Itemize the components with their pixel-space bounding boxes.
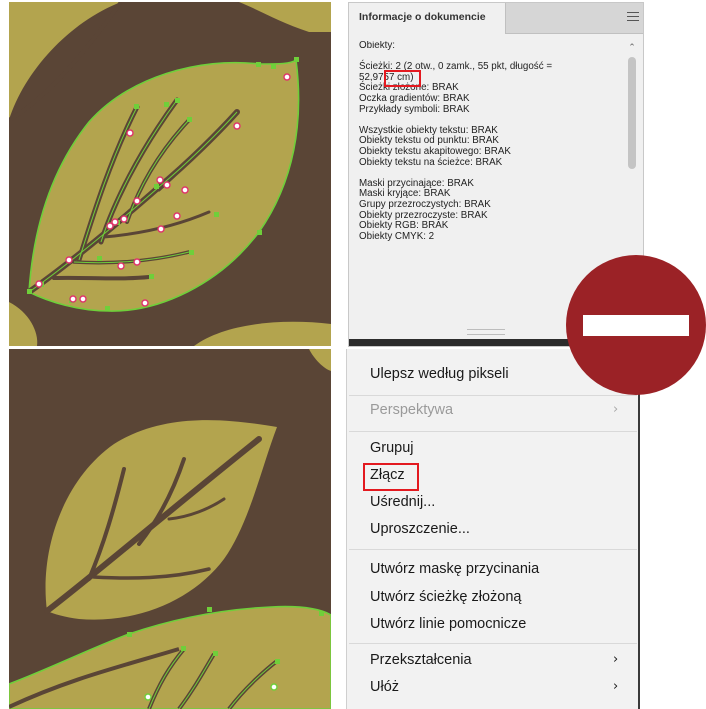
info-line: Grupy przezroczystych: BRAK	[359, 198, 491, 210]
info-line: Obiekty tekstu akapitowego: BRAK	[359, 145, 511, 157]
menu-item-make-compound-path[interactable]: Utwórz ścieżkę złożoną	[370, 589, 522, 605]
artwork-leaves-bottom[interactable]	[9, 349, 331, 709]
menu-separator	[349, 431, 637, 432]
menu-item-make-clipping-mask[interactable]: Utwórz maskę przycinania	[370, 561, 539, 577]
info-line: Obiekty:	[359, 41, 395, 51]
panel-tab-bar: Informacje o dokumencie	[349, 3, 643, 34]
menu-separator	[349, 643, 637, 644]
menu-item-group[interactable]: Grupuj	[370, 440, 414, 456]
hamburger-icon[interactable]	[627, 12, 639, 22]
artwork-selected-leaf[interactable]	[9, 2, 331, 346]
chevron-right-icon: ›	[613, 402, 619, 417]
no-entry-icon	[566, 255, 706, 395]
menu-separator	[349, 549, 637, 550]
context-menu: Ulepsz według pikseli Perspektywa › Grup…	[346, 349, 640, 709]
menu-right-border	[638, 349, 640, 709]
info-line: Oczka gradientów: BRAK	[359, 92, 470, 104]
highlight-join-item	[363, 463, 419, 491]
leaf-canvas-bottom	[9, 349, 331, 709]
menu-item-arrange[interactable]: Ułóż	[370, 679, 399, 695]
menu-item-make-guides[interactable]: Utwórz linie pomocnicze	[370, 616, 526, 632]
scrollbar-thumb[interactable]	[628, 57, 636, 169]
leaf-canvas-top	[9, 2, 331, 346]
info-line: Przykłady symboli: BRAK	[359, 103, 470, 115]
tab-label: Informacje o dokumencie	[359, 11, 486, 23]
info-line: Obiekty tekstu na ścieżce: BRAK	[359, 156, 503, 168]
menu-item-simplify[interactable]: Uproszczenie...	[370, 521, 470, 537]
resize-grip[interactable]	[467, 329, 505, 335]
highlight-open-paths	[384, 70, 421, 87]
tab-document-info[interactable]: Informacje o dokumencie	[349, 3, 506, 34]
chevron-right-icon: ›	[613, 652, 619, 667]
menu-item-average[interactable]: Uśrednij...	[370, 494, 435, 510]
menu-item-perspective: Perspektywa	[370, 402, 454, 418]
chevron-right-icon: ›	[613, 679, 619, 694]
menu-separator	[349, 395, 637, 396]
info-line: Obiekty CMYK: 2	[359, 230, 435, 242]
chevron-up-icon[interactable]: ⌃	[627, 43, 637, 53]
menu-item-transform[interactable]: Przekształcenia	[370, 652, 472, 668]
menu-item-pixel-perfect[interactable]: Ulepsz według pikseli	[370, 366, 509, 382]
